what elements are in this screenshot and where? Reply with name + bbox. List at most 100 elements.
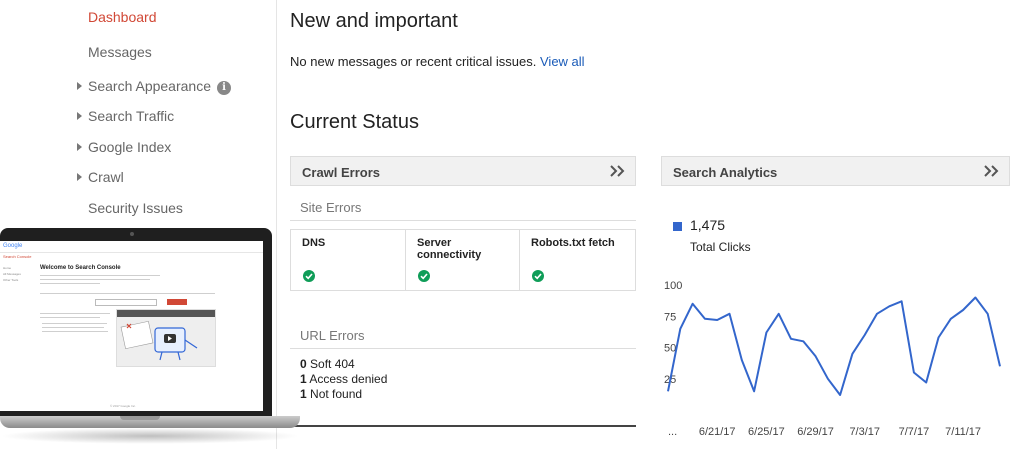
data-point[interactable] bbox=[800, 338, 806, 344]
site-error-server[interactable]: Server connectivity bbox=[405, 230, 520, 290]
search-analytics-header[interactable]: Search Analytics bbox=[661, 156, 1010, 186]
mini-text-line bbox=[42, 327, 104, 328]
data-point[interactable] bbox=[702, 316, 708, 322]
caret-right-icon[interactable] bbox=[77, 143, 82, 151]
x-tick-label: 7/11/17 bbox=[945, 426, 981, 438]
mini-add-button bbox=[167, 299, 187, 305]
mini-text-line bbox=[42, 331, 108, 332]
new-important-message: No new messages or recent critical issue… bbox=[290, 54, 585, 69]
data-point[interactable] bbox=[886, 303, 892, 309]
data-point[interactable] bbox=[985, 311, 991, 317]
url-error-count: 1 bbox=[300, 372, 307, 386]
sidebar-item-messages[interactable]: Messages bbox=[88, 44, 152, 60]
mini-topbar: Google bbox=[0, 241, 263, 253]
site-errors-label: Site Errors bbox=[300, 200, 362, 215]
caret-right-icon[interactable] bbox=[77, 82, 82, 90]
series-line[interactable] bbox=[667, 296, 1001, 396]
url-error-row[interactable]: 0 Soft 404 bbox=[300, 357, 355, 371]
sidebar-item-label: Security Issues bbox=[88, 200, 183, 216]
laptop-notch bbox=[120, 416, 160, 420]
site-error-label: DNS bbox=[302, 237, 326, 249]
x-tick-label: 6/25/17 bbox=[748, 426, 785, 438]
url-errors-divider bbox=[290, 348, 636, 349]
url-error-row[interactable]: 1 Not found bbox=[300, 387, 362, 401]
data-point[interactable] bbox=[899, 298, 905, 304]
data-point[interactable] bbox=[849, 351, 855, 357]
line-chart[interactable]: 255075100... 6/21/17 6/25/17 6/29/17 7/3/17 7… bbox=[660, 275, 1010, 445]
mini-divider bbox=[40, 293, 215, 294]
mini-welcome-title: Welcome to Search Console bbox=[40, 265, 121, 271]
mini-sidebar: Home All Messages Other Tools bbox=[3, 265, 21, 283]
data-point[interactable] bbox=[665, 388, 671, 394]
double-chevron-right-icon[interactable] bbox=[983, 163, 1001, 179]
url-error-label: Soft 404 bbox=[310, 357, 355, 371]
x-tick-label: 7/3/17 bbox=[849, 426, 880, 438]
mini-footer: © 2017 Google Inc. bbox=[110, 404, 136, 408]
mini-text-line bbox=[40, 317, 100, 318]
data-point[interactable] bbox=[751, 388, 757, 394]
laptop-screen: Google Search Console Home All Messages … bbox=[0, 241, 263, 411]
laptop-camera bbox=[130, 232, 134, 236]
check-circle-icon bbox=[418, 270, 430, 282]
mini-text-line bbox=[40, 313, 110, 314]
data-point[interactable] bbox=[972, 295, 978, 301]
data-point[interactable] bbox=[726, 311, 732, 317]
info-icon[interactable]: i bbox=[216, 81, 231, 95]
sidebar-item-google-index[interactable]: Google Index bbox=[77, 139, 171, 155]
data-point[interactable] bbox=[813, 353, 819, 359]
data-point[interactable] bbox=[948, 316, 954, 322]
total-clicks-value: 1,475 bbox=[690, 217, 726, 233]
y-tick-label: 100 bbox=[664, 280, 682, 292]
sidebar-item-security-issues[interactable]: Security Issues bbox=[88, 200, 183, 216]
data-point[interactable] bbox=[739, 357, 745, 363]
sidebar-item-label: Messages bbox=[88, 44, 152, 60]
crawl-errors-header[interactable]: Crawl Errors bbox=[290, 156, 636, 186]
data-point[interactable] bbox=[776, 311, 782, 317]
sidebar-item-label: Crawl bbox=[88, 169, 124, 185]
video-illustration-icon bbox=[117, 310, 215, 361]
site-error-label: Server connectivity bbox=[417, 237, 482, 261]
check-circle-icon bbox=[532, 270, 544, 282]
mini-text-line bbox=[40, 275, 160, 276]
laptop-shadow bbox=[0, 428, 300, 444]
mini-side-item: Other Tools bbox=[3, 278, 19, 282]
data-point[interactable] bbox=[936, 335, 942, 341]
check-circle-icon bbox=[303, 270, 315, 282]
new-important-title: New and important bbox=[290, 10, 458, 32]
sidebar-item-label: Dashboard bbox=[88, 9, 157, 25]
sidebar-item-crawl[interactable]: Crawl bbox=[77, 169, 124, 185]
double-chevron-right-icon[interactable] bbox=[609, 163, 627, 179]
data-point[interactable] bbox=[997, 363, 1003, 369]
data-point[interactable] bbox=[911, 370, 917, 376]
site-error-dns[interactable]: DNS bbox=[291, 230, 405, 290]
data-point[interactable] bbox=[763, 330, 769, 336]
data-point[interactable] bbox=[714, 317, 720, 323]
site-error-robots[interactable]: Robots.txt fetch bbox=[519, 230, 636, 290]
data-point[interactable] bbox=[690, 301, 696, 307]
search-analytics-chart[interactable]: 25 50 75 100... 6/21/17 6/25/17 6/29/17 7/3/17 7… bbox=[660, 275, 1010, 445]
url-error-count: 0 bbox=[300, 357, 307, 371]
url-error-row[interactable]: 1 Access denied bbox=[300, 372, 387, 386]
site-errors-divider bbox=[290, 220, 636, 221]
x-tick-label: ... bbox=[668, 426, 677, 438]
caret-right-icon[interactable] bbox=[77, 173, 82, 181]
sidebar-item-dashboard[interactable]: Dashboard bbox=[88, 9, 157, 25]
mini-text-line bbox=[42, 323, 107, 324]
data-point[interactable] bbox=[788, 336, 794, 342]
sidebar-item-search-appearance[interactable]: Search Appearance i bbox=[77, 78, 231, 95]
data-point[interactable] bbox=[825, 376, 831, 382]
sidebar-item-search-traffic[interactable]: Search Traffic bbox=[77, 108, 175, 124]
total-clicks-label: Total Clicks bbox=[690, 240, 751, 254]
x-tick-label: 6/29/17 bbox=[797, 426, 834, 438]
data-point[interactable] bbox=[862, 332, 868, 338]
no-messages-text: No new messages or recent critical issue… bbox=[290, 54, 537, 69]
data-point[interactable] bbox=[677, 326, 683, 332]
caret-right-icon[interactable] bbox=[77, 112, 82, 120]
data-point[interactable] bbox=[923, 380, 929, 386]
series-legend-swatch bbox=[673, 222, 682, 231]
data-point[interactable] bbox=[874, 311, 880, 317]
sidebar-item-label: Search Traffic bbox=[88, 108, 175, 124]
data-point[interactable] bbox=[960, 307, 966, 313]
view-all-link[interactable]: View all bbox=[540, 54, 585, 69]
data-point[interactable] bbox=[837, 392, 843, 398]
